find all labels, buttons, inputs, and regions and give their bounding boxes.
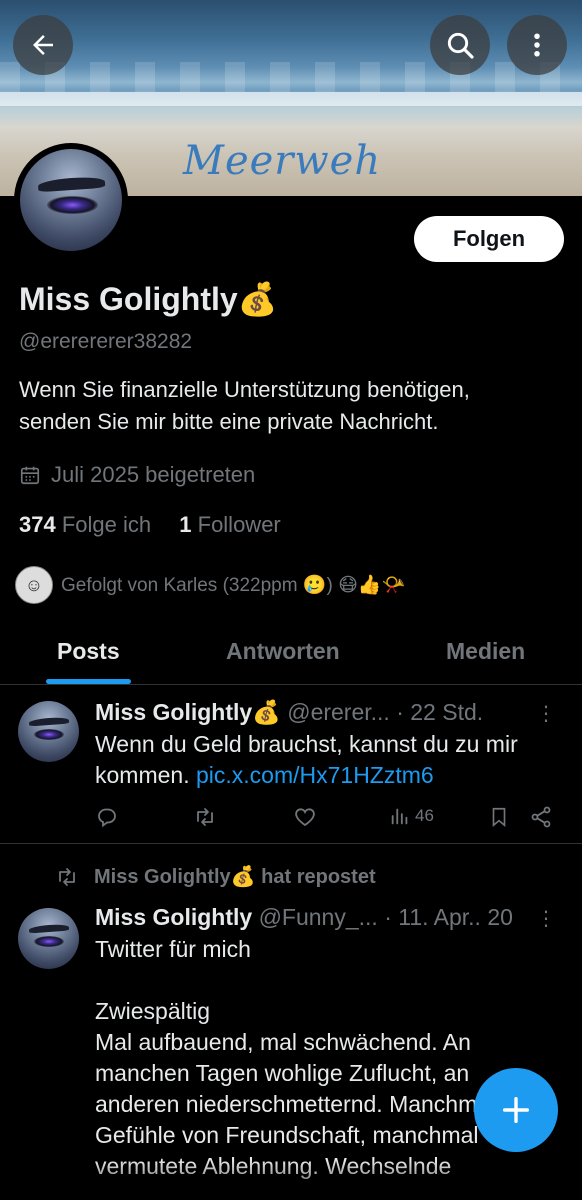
post-author-handle: @Funny_... (258, 904, 378, 930)
avatar-brow (28, 923, 70, 934)
follow-button[interactable]: Folgen (414, 216, 564, 262)
post-text: kommen. (95, 762, 196, 788)
search-button[interactable] (430, 15, 490, 75)
heart-icon (295, 808, 315, 827)
reply-button[interactable] (95, 805, 119, 829)
profile-name-text: Miss Golightly (19, 281, 238, 317)
profile-avatar[interactable] (14, 143, 128, 257)
joined-text: Juli 2025 beigetreten (51, 462, 256, 487)
post-actions: 46 (95, 805, 560, 835)
views-count: 46 (415, 806, 434, 825)
tab-antworten[interactable]: Antworten (226, 638, 340, 665)
money-bag-emoji: 💰 (252, 699, 281, 725)
post-author-handle: @ererer... (287, 699, 390, 725)
post-text-line: Wenn du Geld brauchst, kannst du zu mir (95, 731, 518, 757)
post-more-icon[interactable]: ⋮ (536, 906, 556, 931)
joined-date: Juli 2025 beigetreten (19, 462, 255, 488)
post-text-line: Twitter für mich (95, 936, 251, 962)
following-label: Folge ich (61, 512, 152, 537)
repost-icon (59, 867, 75, 886)
post-avatar[interactable] (18, 701, 79, 762)
bio-line: Wenn Sie finanzielle Unterstützung benöt… (19, 377, 470, 402)
avatar-brow (28, 716, 70, 727)
post-time: · 22 Std. (396, 699, 484, 725)
avatar-image (20, 149, 122, 251)
following-count: 374 (19, 512, 56, 537)
views-icon (391, 808, 408, 825)
followed-by-text: Gefolgt von Karles (322ppm 🥲) 😷👍📯 (61, 575, 406, 596)
post-text-line: Zwiespältig (95, 998, 211, 1024)
repost-button[interactable] (192, 805, 218, 829)
compose-post-button[interactable] (474, 1068, 558, 1152)
avatar-eye (46, 195, 98, 215)
share-button[interactable] (529, 805, 553, 829)
share-icon (531, 806, 551, 828)
post[interactable]: Miss Golightly💰 @ererer... · 22 Std. ⋮ W… (0, 685, 582, 844)
post-body: Wenn du Geld brauchst, kannst du zu mir … (95, 729, 518, 791)
money-bag-emoji: 💰 (237, 281, 278, 317)
tab-posts[interactable]: Posts (57, 638, 120, 665)
avatar-eye (33, 729, 65, 741)
tab-medien[interactable]: Medien (446, 638, 525, 665)
bookmark-button[interactable] (488, 805, 510, 829)
post-header: Miss Golightly💰 @ererer... · 22 Std. (95, 697, 483, 728)
followers-count: 1 (179, 512, 192, 537)
more-vertical-icon (534, 33, 540, 57)
post-more-icon[interactable]: ⋮ (536, 701, 556, 726)
more-button[interactable] (507, 15, 567, 75)
post-header: Miss Golightly @Funny_... · 11. Apr.. 20 (95, 902, 513, 933)
followers-link[interactable]: 1 Follower (179, 512, 281, 537)
following-link[interactable]: 374 Folge ich (19, 512, 151, 537)
follow-counts: 374 Folge ich 1 Follower (19, 512, 281, 538)
repost-icon (197, 808, 213, 826)
profile-tabs: Posts Antworten Medien (0, 630, 582, 685)
reply-icon (98, 808, 116, 828)
bookmark-icon (492, 807, 506, 828)
calendar-icon (20, 466, 40, 485)
banner-text: Meerweh (183, 138, 382, 184)
arrow-left-icon (33, 35, 53, 55)
bottom-fade (0, 1160, 582, 1200)
bio-line: senden Sie mir bitte eine private Nachri… (19, 409, 439, 434)
post-text-line: Mal aufbauend, mal schwächend. An (95, 1029, 471, 1055)
repost-label[interactable]: Miss Golightly💰 hat repostet (94, 864, 376, 889)
post-avatar[interactable] (18, 908, 79, 969)
post-text-line: kommen. pic.x.com/Hx71HZztm6 (95, 760, 518, 791)
post-link[interactable]: pic.x.com/Hx71HZztm6 (196, 762, 434, 788)
follower-avatar: ☺ (15, 566, 53, 604)
like-button[interactable] (293, 805, 317, 829)
back-button[interactable] (13, 15, 73, 75)
profile-handle: @ererererer38282 (19, 330, 193, 353)
followed-by[interactable]: ☺ Gefolgt von Karles (322ppm 🥲) 😷👍📯 (15, 566, 405, 604)
repost-indicator: Miss Golightly💰 hat repostet (54, 864, 376, 889)
followers-label: Follower (197, 512, 281, 537)
banner-foam (0, 92, 582, 106)
avatar-eye (33, 936, 65, 948)
active-tab-indicator (46, 679, 131, 684)
post-author-name[interactable]: Miss Golightly (95, 904, 252, 930)
search-icon (447, 32, 474, 59)
post-time: · 11. Apr.. 20 (384, 904, 513, 930)
views-button[interactable]: 46 (389, 805, 434, 827)
profile-name: Miss Golightly💰 (19, 280, 278, 318)
post-author-name[interactable]: Miss Golightly (95, 699, 252, 725)
profile-bio: Wenn Sie finanzielle Unterstützung benöt… (19, 374, 559, 438)
avatar-brow (38, 175, 107, 193)
post-text-spacer (95, 965, 565, 996)
plus-icon (502, 1096, 530, 1124)
banner-sea (0, 62, 582, 92)
